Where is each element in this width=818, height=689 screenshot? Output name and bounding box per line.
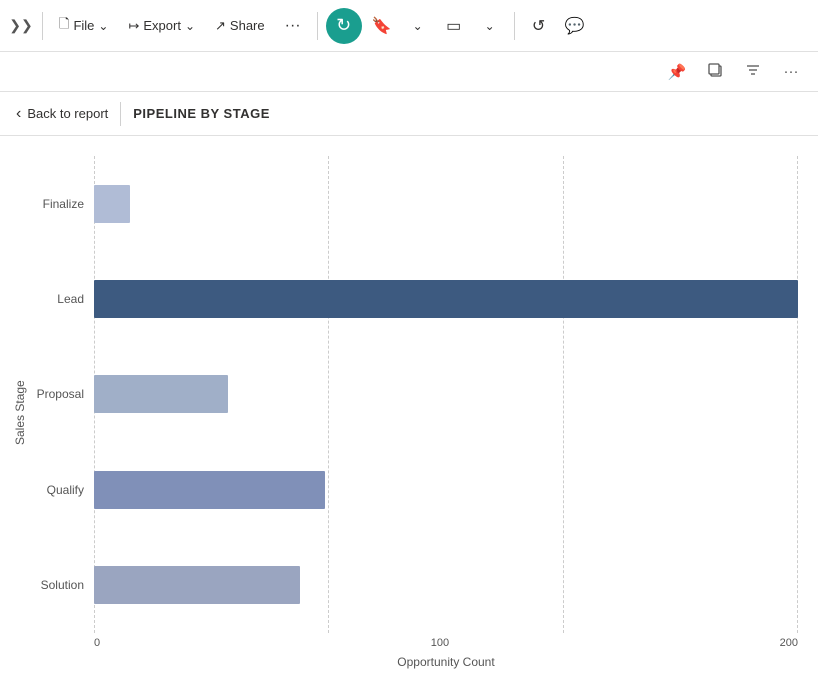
file-button[interactable]: 🗋 File ⌄ [51, 11, 116, 41]
bar-container [94, 369, 798, 419]
share-icon: ↗ [215, 18, 226, 34]
layout-chevron-icon: ⌄ [485, 19, 495, 33]
layout-button[interactable]: ▭ [438, 10, 470, 42]
pin-icon: 📌 [668, 63, 687, 81]
x-axis-ticks: 0 100 200 [34, 637, 798, 649]
bar-row: Qualify [34, 465, 798, 515]
filter-button[interactable] [738, 57, 768, 87]
pin-button[interactable]: 📌 [662, 57, 692, 87]
bar-proposal[interactable] [94, 375, 228, 413]
bar-row: Finalize [34, 179, 798, 229]
bar-row: Proposal [34, 369, 798, 419]
bookmark-button[interactable]: 🔖 [366, 10, 398, 42]
x-axis-label: Opportunity Count [34, 655, 798, 669]
comment-icon: 💬 [565, 16, 585, 36]
bar-container [94, 274, 798, 324]
bar-container [94, 465, 798, 515]
main-toolbar: ❯❯ 🗋 File ⌄ ↦ Export ⌄ ↗ Share ··· ↻ 🔖 ⌄… [0, 0, 818, 52]
filter-icon [745, 62, 761, 82]
toolbar-divider-3 [514, 12, 515, 40]
x-tick: 100 [431, 637, 449, 649]
reload-button[interactable]: ↺ [523, 10, 555, 42]
x-tick: 200 [780, 637, 798, 649]
y-axis-label: Sales Stage [10, 156, 30, 669]
layout-chevron-button[interactable]: ⌄ [474, 10, 506, 42]
chart-area: Sales Stage Finalize Lead Proposal Qualify S… [0, 136, 818, 689]
toolbar-divider-2 [317, 12, 318, 40]
reload-icon: ↺ [532, 16, 545, 36]
bar-row: Solution [34, 560, 798, 610]
secondary-toolbar: 📌 ··· [0, 52, 818, 92]
share-button[interactable]: ↗ Share [207, 14, 273, 38]
export-button[interactable]: ↦ Export ⌄ [120, 14, 203, 38]
chart-inner: Finalize Lead Proposal Qualify Solution 0 100… [34, 156, 798, 669]
bookmark-chevron-icon: ⌄ [413, 19, 423, 33]
bar-row: Lead [34, 274, 798, 324]
copy-icon [707, 62, 723, 82]
file-doc-icon: 🗋 [59, 15, 69, 37]
bar-label: Lead [34, 292, 94, 306]
bar-label: Proposal [34, 387, 94, 401]
bar-container [94, 179, 798, 229]
bar-label: Solution [34, 578, 94, 592]
export-arrow-icon: ↦ [128, 18, 139, 34]
bar-label: Finalize [34, 197, 94, 211]
copy-visual-button[interactable] [700, 57, 730, 87]
back-chevron-icon: ‹ [16, 105, 21, 123]
expand-icon: ❯❯ [9, 17, 32, 34]
comment-button[interactable]: 💬 [559, 10, 591, 42]
export-chevron-icon: ⌄ [185, 19, 195, 33]
refresh-button[interactable]: ↻ [326, 8, 362, 44]
bar-qualify[interactable] [94, 471, 325, 509]
nav-divider [120, 102, 121, 126]
more-dots-icon: ··· [285, 17, 301, 35]
x-tick: 0 [94, 637, 100, 649]
visual-more-icon: ··· [784, 63, 799, 80]
refresh-icon: ↻ [336, 15, 351, 36]
bar-container [94, 560, 798, 610]
file-chevron-icon: ⌄ [98, 19, 108, 33]
navigation-bar: ‹ Back to report PIPELINE BY STAGE [0, 92, 818, 136]
bars-section: Finalize Lead Proposal Qualify Solution [34, 156, 798, 633]
visual-more-button[interactable]: ··· [776, 57, 806, 87]
expand-panel-button[interactable]: ❯❯ [8, 13, 34, 39]
bookmark-chevron-button[interactable]: ⌄ [402, 10, 434, 42]
bar-label: Qualify [34, 483, 94, 497]
toolbar-divider-1 [42, 12, 43, 40]
back-to-report-label: Back to report [27, 106, 108, 121]
more-options-button[interactable]: ··· [277, 10, 309, 42]
layout-icon: ▭ [446, 16, 461, 36]
bookmark-icon: 🔖 [372, 16, 392, 36]
bar-solution[interactable] [94, 566, 300, 604]
back-to-report-link[interactable]: ‹ Back to report [16, 105, 108, 123]
page-title: PIPELINE BY STAGE [133, 106, 270, 121]
share-label: Share [230, 18, 265, 33]
export-label: Export [143, 18, 181, 33]
bar-lead[interactable] [94, 280, 798, 318]
file-label: File [73, 18, 94, 33]
bar-finalize[interactable] [94, 185, 130, 223]
